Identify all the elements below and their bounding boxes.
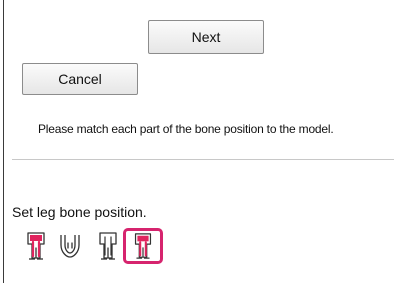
leg-bone-label: Set leg bone position. bbox=[12, 204, 147, 220]
window-left-border bbox=[3, 0, 4, 283]
leg-pose-standing-icon[interactable] bbox=[21, 231, 51, 261]
instruction-text: Please match each part of the bone posit… bbox=[38, 122, 334, 136]
section-divider bbox=[12, 159, 394, 160]
leg-pose-standing-alt-icon[interactable] bbox=[123, 228, 163, 264]
cancel-button[interactable]: Cancel bbox=[22, 63, 138, 95]
next-button[interactable]: Next bbox=[148, 20, 264, 54]
leg-pose-outline-icon[interactable] bbox=[93, 231, 123, 261]
leg-pose-crouch-icon[interactable] bbox=[55, 231, 85, 261]
